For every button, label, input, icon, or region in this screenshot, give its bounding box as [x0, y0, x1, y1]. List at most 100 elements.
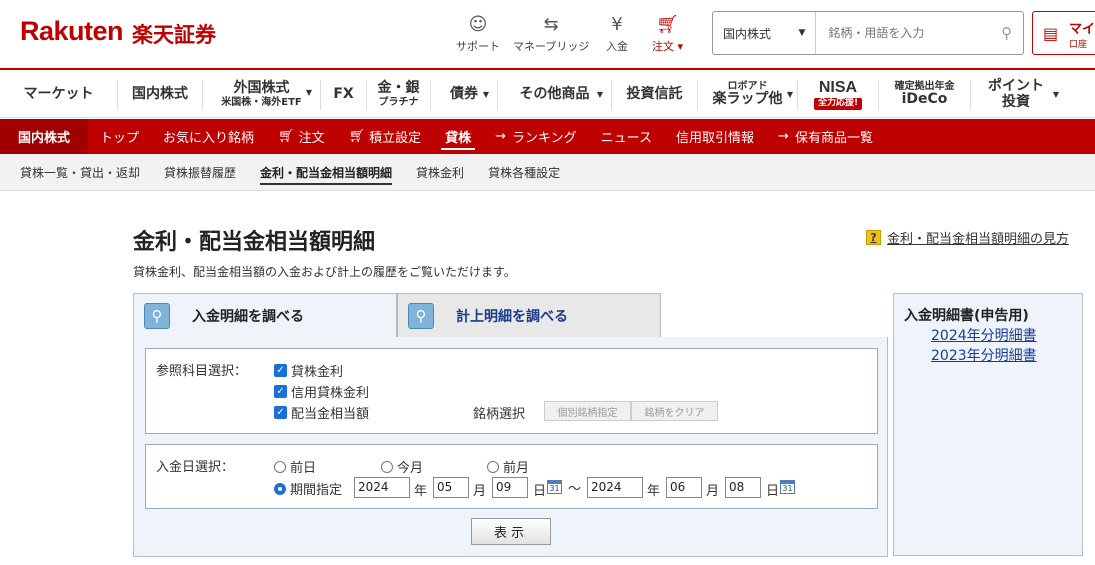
- rnav-accumulation-label: 積立設定: [369, 131, 422, 146]
- search-form-panel: 参照科目選択： ✓ 貸株金利 ✓ 信用貸株金利 ✓ 配当金相当額 銘柄選択 個別…: [133, 337, 888, 557]
- checkbox-dividend-equivalent[interactable]: ✓ 配当金相当額: [274, 403, 369, 422]
- chevron-down-icon: ▼: [482, 89, 489, 99]
- cart-icon: 🛒︎: [348, 129, 366, 144]
- rnav-ranking[interactable]: → ランキング: [483, 119, 589, 154]
- clear-stock-button[interactable]: 銘柄をクリア: [631, 401, 718, 421]
- tab-deposit-details[interactable]: ⚲ 入金明細を調べる: [133, 293, 397, 338]
- checkbox-label: 信用貸株金利: [291, 386, 370, 401]
- search-category-value: 国内株式: [723, 26, 772, 41]
- gnav-nisa[interactable]: NISA 全力応援!: [798, 79, 879, 110]
- checkbox-checked-icon: ✓: [274, 385, 287, 398]
- gnav-robo-advisor[interactable]: ロボアド 楽ラップ他 ▼: [698, 79, 798, 110]
- gnav-label: 債券: [450, 85, 478, 102]
- tax-statement-sidebar: 入金明細書(申告用) 2024年分明細書 2023年分明細書: [893, 293, 1083, 556]
- help-link-label: 金利・配当金相当額明細の見方: [887, 232, 1070, 247]
- checkbox-checked-icon: ✓: [274, 406, 287, 419]
- rakuten-logo[interactable]: Rakuten: [20, 16, 124, 47]
- from-day-input[interactable]: 09: [492, 477, 528, 498]
- year-unit: 年: [414, 484, 428, 499]
- rnav-order[interactable]: 🛒︎ 注文: [266, 119, 337, 154]
- rnav-margin-info[interactable]: 信用取引情報: [664, 119, 766, 154]
- gnav-label: 投資信託: [626, 85, 683, 102]
- calendar-icon[interactable]: 31: [547, 480, 562, 494]
- search-category-select[interactable]: 国内株式 ▼: [713, 12, 817, 54]
- checkbox-lending-interest[interactable]: ✓ 貸株金利: [274, 361, 343, 380]
- from-month-input[interactable]: 05: [433, 477, 469, 498]
- gnav-sublabel: プラチナ: [378, 96, 419, 108]
- to-day-input[interactable]: 08: [725, 477, 761, 498]
- rnav-holdings-label: 保有商品一覧: [794, 131, 873, 146]
- gnav-market[interactable]: マーケット: [0, 79, 118, 110]
- gnav-investment-trusts[interactable]: 投資信託: [612, 79, 698, 110]
- mypage-button[interactable]: ▤ マイ 口座: [1032, 11, 1095, 55]
- gnav-ideco[interactable]: 確定拠出年金 iDeCo: [879, 79, 971, 110]
- rnav-stock-lending[interactable]: 貸株: [433, 119, 483, 154]
- search-input[interactable]: [816, 12, 991, 54]
- order-menu[interactable]: 🛒︎ 注文 ▾: [652, 12, 683, 54]
- statement-2023-link[interactable]: 2023年分明細書: [931, 345, 1037, 365]
- page-description: 貸株金利、配当金相当額の入金および計上の履歴をご覧いただけます。: [133, 265, 516, 279]
- gnav-label: FX: [333, 85, 354, 102]
- bank-icon: ⇆: [543, 14, 559, 35]
- rnav-accumulation[interactable]: 🛒︎ 積立設定: [337, 119, 434, 154]
- snav-transfer-history[interactable]: 貸株振替履歴: [152, 154, 248, 191]
- radio-period[interactable]: 期間指定: [274, 479, 342, 498]
- rnav-top[interactable]: トップ: [88, 119, 151, 154]
- show-button[interactable]: 表示: [471, 518, 551, 545]
- gnav-label: マーケット: [23, 85, 94, 102]
- range-separator: 〜: [568, 482, 582, 497]
- checkbox-label: 配当金相当額: [291, 407, 370, 422]
- gnav-bonds[interactable]: 債券 ▼: [431, 79, 498, 110]
- snav-interest-dividend[interactable]: 金利・配当金相当額明細: [248, 154, 404, 191]
- order-label: 注文 ▾: [652, 40, 684, 53]
- rnav-news[interactable]: ニュース: [589, 119, 664, 154]
- rnav-holdings[interactable]: → 保有商品一覧: [766, 119, 885, 154]
- gnav-label: 外国株式: [233, 80, 290, 97]
- gnav-foreign-stocks[interactable]: 外国株式 米国株・海外ETF ▼: [203, 79, 321, 110]
- gnav-other-products[interactable]: その他商品 ▼: [498, 79, 612, 110]
- support-label: サポート: [456, 40, 500, 53]
- deposit-link[interactable]: ¥ 入金: [606, 12, 628, 54]
- help-link[interactable]: ? 金利・配当金相当額明細の見方: [866, 228, 1069, 247]
- help-icon: ?: [866, 230, 881, 245]
- section-title[interactable]: 国内株式: [0, 119, 89, 154]
- gnav-gold-silver[interactable]: 金・銀 プラチナ: [367, 79, 431, 110]
- radio-last-month[interactable]: 前月: [487, 457, 529, 476]
- snav-lending-list[interactable]: 貸株一覧・貸出・返却: [0, 154, 152, 191]
- statement-2024-link[interactable]: 2024年分明細書: [931, 325, 1037, 345]
- gnav-point-investment[interactable]: ポイント 投資 ▼: [971, 78, 1061, 110]
- rnav-ranking-label: ランキング: [512, 131, 577, 146]
- calendar-icon[interactable]: 31: [780, 480, 795, 494]
- to-month-input[interactable]: 06: [666, 477, 702, 498]
- checkbox-margin-lending-interest[interactable]: ✓ 信用貸株金利: [274, 382, 369, 401]
- snav-lending-settings[interactable]: 貸株各種設定: [476, 154, 572, 191]
- search-icon[interactable]: ⚲: [990, 12, 1023, 54]
- gnav-fx[interactable]: FX: [321, 79, 367, 110]
- chevron-down-icon: ▼: [596, 89, 603, 99]
- account-icon: ▤: [1043, 24, 1059, 43]
- tab-bar: ⚲ 入金明細を調べる ⚲ 計上明細を調べる: [133, 293, 661, 338]
- tab-posting-details[interactable]: ⚲ 計上明細を調べる: [397, 293, 661, 338]
- stock-selection-label: 銘柄選択: [473, 407, 526, 422]
- gnav-domestic-stocks[interactable]: 国内株式: [118, 79, 203, 110]
- rnav-favorites[interactable]: お気に入り銘柄: [151, 119, 266, 154]
- to-year-input[interactable]: 2024: [587, 477, 643, 498]
- radio-previous-day[interactable]: 前日: [274, 457, 316, 476]
- radio-selected-icon: [274, 482, 286, 495]
- search-box: 国内株式 ▼ ⚲: [712, 11, 1024, 55]
- rakuten-securities-logo-text[interactable]: 楽天証券: [132, 19, 216, 49]
- money-bridge-link[interactable]: ⇆ マネーブリッジ: [513, 12, 589, 54]
- cart-icon: 🛒︎: [278, 129, 295, 144]
- support-link[interactable]: ☺ サポート: [456, 12, 500, 54]
- snav-lending-rates[interactable]: 貸株金利: [404, 154, 476, 191]
- select-stock-button[interactable]: 個別銘柄指定: [544, 401, 631, 421]
- year-unit: 年: [647, 484, 661, 499]
- from-year-input[interactable]: 2024: [354, 477, 410, 498]
- page-title: 金利・配当金相当額明細: [133, 230, 376, 255]
- deposit-icon: ¥: [611, 14, 623, 35]
- radio-this-month[interactable]: 今月: [381, 457, 423, 476]
- subject-label: 参照科目選択：: [156, 364, 248, 379]
- radio-icon: [487, 460, 499, 473]
- subject-selection: 参照科目選択： ✓ 貸株金利 ✓ 信用貸株金利 ✓ 配当金相当額 銘柄選択 個別…: [145, 348, 878, 434]
- radio-label: 期間指定: [290, 483, 343, 498]
